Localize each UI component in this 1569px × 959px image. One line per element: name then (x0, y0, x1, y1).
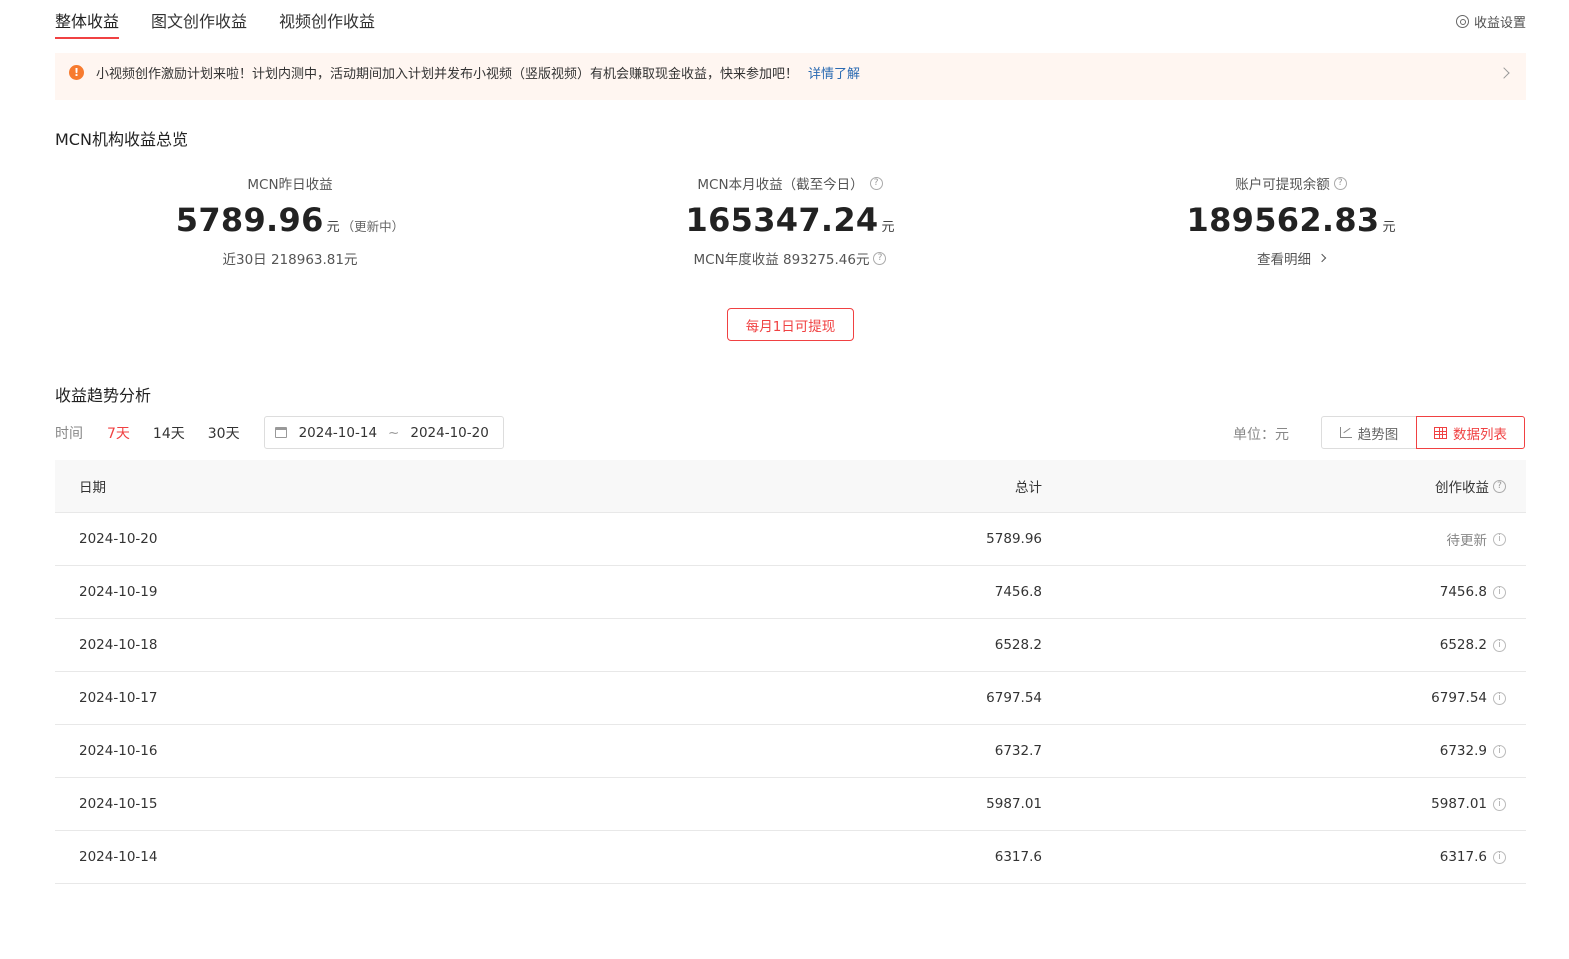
table-row: 2024-10-16 6732.7 6732.9 i (55, 725, 1526, 778)
info-icon[interactable]: i (1493, 797, 1506, 811)
income-settings-link[interactable]: 收益设置 (1455, 12, 1526, 31)
stat-month-unit: 元 (881, 220, 895, 235)
view-toggle: 趋势图 数据列表 (1321, 416, 1525, 449)
row-date: 2024-10-20 (79, 531, 158, 547)
overview-title: MCN机构收益总览 (55, 130, 188, 149)
stat-annual-total: MCN年度收益 893275.46元 (693, 252, 870, 268)
tab-overall-income[interactable]: 整体收益 (55, 0, 120, 40)
notice-text: 小视频创作激励计划来啦！计划内测中，活动期间加入计划并发布小视频（竖版视频）有机… (96, 67, 799, 82)
calendar-icon (274, 427, 287, 438)
stat-yesterday: MCN昨日收益 5789.96 元 （更新中） 近30日 218963.81元 (90, 173, 490, 268)
help-icon[interactable]: ? (873, 251, 887, 265)
row-date: 2024-10-18 (79, 637, 158, 653)
row-income: 6528.2 (1439, 637, 1487, 653)
header-total: 总计 (1015, 480, 1042, 496)
help-icon[interactable]: ? (1333, 176, 1347, 190)
table-row: 2024-10-17 6797.54 6797.54 i (55, 672, 1526, 725)
notice-details-link[interactable]: 详情了解 (808, 63, 860, 82)
stat-balance: 账户可提现余额 ? 189562.83 元 查看明细 (1091, 173, 1491, 268)
stat-balance-value: 189562.83 (1186, 201, 1380, 239)
table-row: 2024-10-19 7456.8 7456.8 i (55, 566, 1526, 619)
table-row: 2024-10-20 5789.96 待更新 i (55, 513, 1526, 566)
chevron-right-icon (1317, 253, 1327, 263)
range-7-days[interactable]: 7天 (107, 423, 130, 443)
range-14-days[interactable]: 14天 (153, 423, 185, 443)
info-icon[interactable]: i (1493, 691, 1506, 705)
stat-balance-unit: 元 (1382, 220, 1396, 235)
range-30-days[interactable]: 30天 (208, 423, 240, 443)
table-header: 日期 总计 创作收益 ? (55, 460, 1526, 513)
row-income: 6317.6 (1439, 849, 1487, 865)
row-total: 6528.2 (994, 637, 1042, 653)
view-details-link[interactable]: 查看明细 (1091, 249, 1491, 268)
row-total: 7456.8 (994, 584, 1042, 600)
row-income: 6732.9 (1439, 743, 1487, 759)
header-date: 日期 (79, 480, 106, 496)
stat-month: MCN本月收益（截至今日） ? 165347.24 元 MCN年度收益 8932… (590, 173, 990, 268)
tab-article-income[interactable]: 图文创作收益 (151, 0, 247, 40)
income-settings-label: 收益设置 (1473, 16, 1526, 31)
row-date: 2024-10-19 (79, 584, 158, 600)
warning-icon: ! (69, 65, 84, 80)
row-total: 6732.7 (994, 743, 1042, 759)
row-income: 7456.8 (1439, 584, 1487, 600)
table-icon (1434, 426, 1447, 439)
stat-month-value: 165347.24 (685, 201, 879, 239)
header-income-label: 创作收益 (1435, 480, 1489, 496)
tab-video-income[interactable]: 视频创作收益 (279, 0, 375, 40)
chevron-right-icon[interactable] (1498, 67, 1510, 79)
table-row: 2024-10-18 6528.2 6528.2 i (55, 619, 1526, 672)
unit-label: 单位：元 (1233, 427, 1289, 443)
date-range-picker[interactable]: 2024-10-14 ~ 2024-10-20 (263, 416, 504, 449)
row-date: 2024-10-17 (79, 690, 158, 706)
row-income: 5987.01 (1431, 796, 1487, 812)
row-income: 待更新 (1446, 533, 1488, 549)
view-details-label: 查看明细 (1257, 252, 1311, 268)
info-icon[interactable]: i (1493, 532, 1506, 546)
info-icon[interactable]: i (1493, 850, 1506, 864)
row-total: 6317.6 (994, 849, 1042, 865)
time-label: 时间 (55, 425, 83, 442)
trend-title: 收益趋势分析 (55, 386, 152, 405)
row-income: 6797.54 (1431, 690, 1487, 706)
trend-chart-icon (1339, 427, 1352, 438)
notice-banner: ! 小视频创作激励计划来啦！计划内测中，活动期间加入计划并发布小视频（竖版视频）… (55, 53, 1526, 100)
date-end: 2024-10-20 (410, 424, 489, 441)
info-icon[interactable]: i (1493, 744, 1506, 758)
income-table: 日期 总计 创作收益 ? 2024-10-20 5789.96 待更新 i 202… (55, 460, 1526, 884)
stat-yesterday-label: MCN昨日收益 (247, 177, 333, 193)
info-icon[interactable]: i (1493, 638, 1506, 652)
row-date: 2024-10-15 (79, 796, 158, 812)
date-separator: ~ (388, 424, 400, 441)
data-list-button[interactable]: 数据列表 (1416, 416, 1525, 449)
settings-icon (1455, 15, 1469, 28)
stat-balance-label: 账户可提现余额 (1235, 177, 1330, 193)
stat-yesterday-status: （更新中） (341, 219, 405, 234)
tab-bar: 整体收益 图文创作收益 视频创作收益 (55, 0, 407, 40)
row-total: 5789.96 (986, 531, 1042, 547)
header-income: 创作收益 ? (1042, 476, 1526, 496)
stat-yesterday-value: 5789.96 (175, 201, 324, 239)
table-row: 2024-10-14 6317.6 6317.6 i (55, 831, 1526, 884)
withdraw-button[interactable]: 每月1日可提现 (727, 308, 854, 341)
trend-chart-button[interactable]: 趋势图 (1321, 416, 1417, 449)
stat-month-label: MCN本月收益（截至今日） (697, 177, 864, 193)
row-total: 6797.54 (986, 690, 1042, 706)
row-total: 5987.01 (986, 796, 1042, 812)
table-row: 2024-10-15 5987.01 5987.01 i (55, 778, 1526, 831)
date-start: 2024-10-14 (298, 424, 378, 441)
time-filter: 时间 7天 14天 30天 2024-10-14 ~ 2024-10-20 (55, 416, 504, 449)
data-list-label: 数据列表 (1453, 426, 1507, 443)
stat-30day-total: 近30日 218963.81元 (222, 252, 358, 268)
row-date: 2024-10-16 (79, 743, 158, 759)
stat-yesterday-unit: 元 (326, 220, 340, 235)
help-icon[interactable]: ? (869, 176, 883, 190)
row-date: 2024-10-14 (79, 849, 158, 865)
trend-chart-label: 趋势图 (1357, 426, 1399, 443)
help-icon[interactable]: ? (1493, 479, 1506, 493)
info-icon[interactable]: i (1493, 585, 1506, 599)
